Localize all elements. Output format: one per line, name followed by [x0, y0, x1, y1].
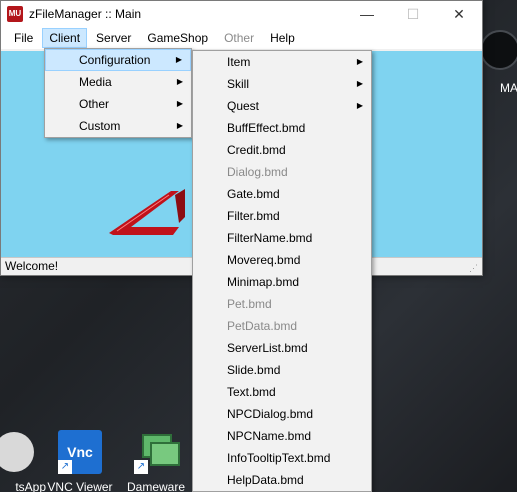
config-item-slide[interactable]: Slide.bmd: [193, 359, 371, 381]
submenu-arrow-icon: ▶: [356, 79, 363, 88]
menu-help[interactable]: Help: [263, 28, 302, 48]
submenu-arrow-icon: ▶: [356, 57, 363, 66]
desktop-icon-label: tsApp: [15, 480, 46, 492]
config-item-skill[interactable]: Skill ▶: [193, 73, 371, 95]
minimize-button[interactable]: —: [344, 1, 390, 27]
config-item-gate[interactable]: Gate.bmd: [193, 183, 371, 205]
menu-bar: File Client Server GameShop Other Help: [1, 27, 482, 49]
resize-grip-icon[interactable]: ⋰: [469, 263, 479, 273]
config-item-petdata[interactable]: PetData.bmd: [193, 315, 371, 337]
window-title: zFileManager :: Main: [29, 7, 142, 21]
menu-server[interactable]: Server: [89, 28, 138, 48]
app-logo-icon[interactable]: MU: [7, 6, 23, 22]
submenu-arrow-icon: ▶: [176, 121, 183, 130]
desktop-icon-vnc-viewer[interactable]: Vnc ↗ VNC Viewer: [44, 428, 116, 492]
config-item-minimap[interactable]: Minimap.bmd: [193, 271, 371, 293]
config-item-npcname[interactable]: NPCName.bmd: [193, 425, 371, 447]
config-item-quest[interactable]: Quest ▶: [193, 95, 371, 117]
config-item-credit[interactable]: Credit.bmd: [193, 139, 371, 161]
vnc-viewer-icon: Vnc ↗: [56, 428, 104, 476]
shortcut-arrow-icon: ↗: [58, 460, 72, 474]
desktop-icon-dameware[interactable]: ↗ Dameware: [120, 428, 192, 492]
config-item-npcdialog[interactable]: NPCDialog.bmd: [193, 403, 371, 425]
config-item-filtername[interactable]: FilterName.bmd: [193, 227, 371, 249]
desktop-icon-label: Dameware: [126, 480, 186, 492]
config-item-item[interactable]: Item ▶: [193, 51, 371, 73]
menu-item-media[interactable]: Media ▶: [45, 71, 191, 93]
desktop-icon-label: VNC Viewer: [47, 480, 113, 492]
menu-item-custom[interactable]: Custom ▶: [45, 115, 191, 137]
config-item-infotooltiptext[interactable]: InfoTooltipText.bmd: [193, 447, 371, 469]
configuration-submenu: Item ▶ Skill ▶ Quest ▶ BuffEffect.bmd Credi…: [192, 50, 372, 492]
background-logo-image: [109, 189, 185, 235]
menu-other[interactable]: Other: [217, 28, 261, 48]
config-item-pet[interactable]: Pet.bmd: [193, 293, 371, 315]
shortcut-arrow-icon: ↗: [134, 460, 148, 474]
title-bar[interactable]: MU zFileManager :: Main — ☐ ✕: [1, 1, 482, 27]
close-button[interactable]: ✕: [436, 1, 482, 27]
config-item-buffeffect[interactable]: BuffEffect.bmd: [193, 117, 371, 139]
maximize-button[interactable]: ☐: [390, 1, 436, 27]
submenu-arrow-icon: ▶: [175, 55, 182, 64]
config-item-text[interactable]: Text.bmd: [193, 381, 371, 403]
submenu-arrow-icon: ▶: [176, 99, 183, 108]
client-menu-dropdown: Configuration ▶ Media ▶ Other ▶ Custom ▶: [44, 48, 192, 138]
config-item-filter[interactable]: Filter.bmd: [193, 205, 371, 227]
menu-file[interactable]: File: [7, 28, 40, 48]
submenu-arrow-icon: ▶: [176, 77, 183, 86]
menu-item-other[interactable]: Other ▶: [45, 93, 191, 115]
menu-gameshop[interactable]: GameShop: [140, 28, 215, 48]
config-item-dialog[interactable]: Dialog.bmd: [193, 161, 371, 183]
desktop-round-button[interactable]: [480, 30, 517, 70]
desktop-label-right: MA: [500, 81, 517, 95]
submenu-arrow-icon: ▶: [356, 101, 363, 110]
phone-app-icon: [0, 428, 34, 476]
config-item-helpdata[interactable]: HelpData.bmd: [193, 469, 371, 491]
desktop-icon-tsapp[interactable]: tsApp: [0, 428, 46, 492]
dameware-icon: ↗: [132, 428, 180, 476]
menu-item-configuration[interactable]: Configuration ▶: [45, 49, 191, 71]
config-item-movereq[interactable]: Movereq.bmd: [193, 249, 371, 271]
menu-client[interactable]: Client: [42, 28, 88, 48]
status-text: Welcome!: [5, 259, 59, 273]
config-item-serverlist[interactable]: ServerList.bmd: [193, 337, 371, 359]
